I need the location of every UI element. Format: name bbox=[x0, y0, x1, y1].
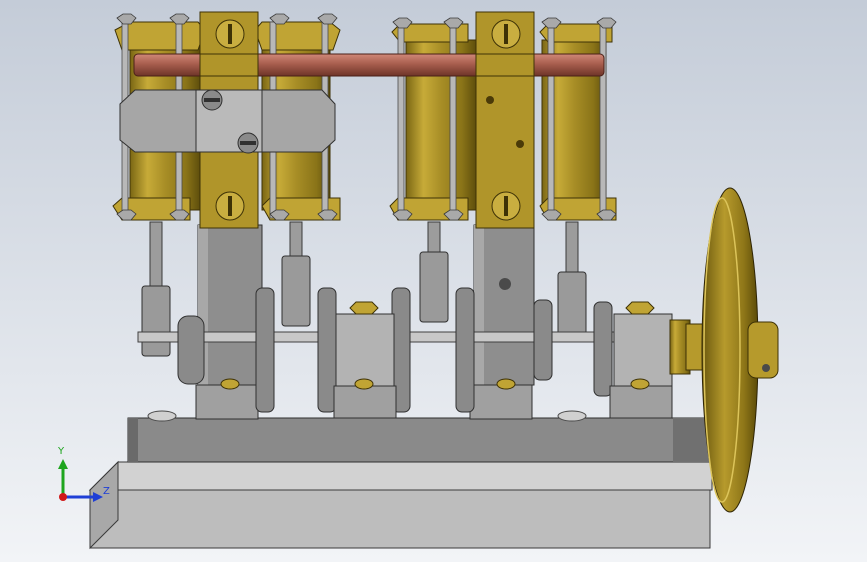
column-right[interactable] bbox=[469, 224, 535, 420]
column-left[interactable] bbox=[195, 224, 263, 420]
column-head-left-front bbox=[199, 53, 259, 77]
column-head-right[interactable] bbox=[475, 11, 535, 229]
y-axis-label: Y bbox=[57, 446, 65, 457]
base-plate[interactable] bbox=[88, 460, 713, 550]
z-axis-label: Z bbox=[103, 486, 110, 497]
column-head-right-front bbox=[475, 53, 535, 77]
cad-viewport[interactable]: Y Z bbox=[0, 0, 867, 562]
engine-model-view[interactable]: Y Z bbox=[0, 0, 867, 562]
eccentric-block[interactable] bbox=[119, 89, 336, 154]
